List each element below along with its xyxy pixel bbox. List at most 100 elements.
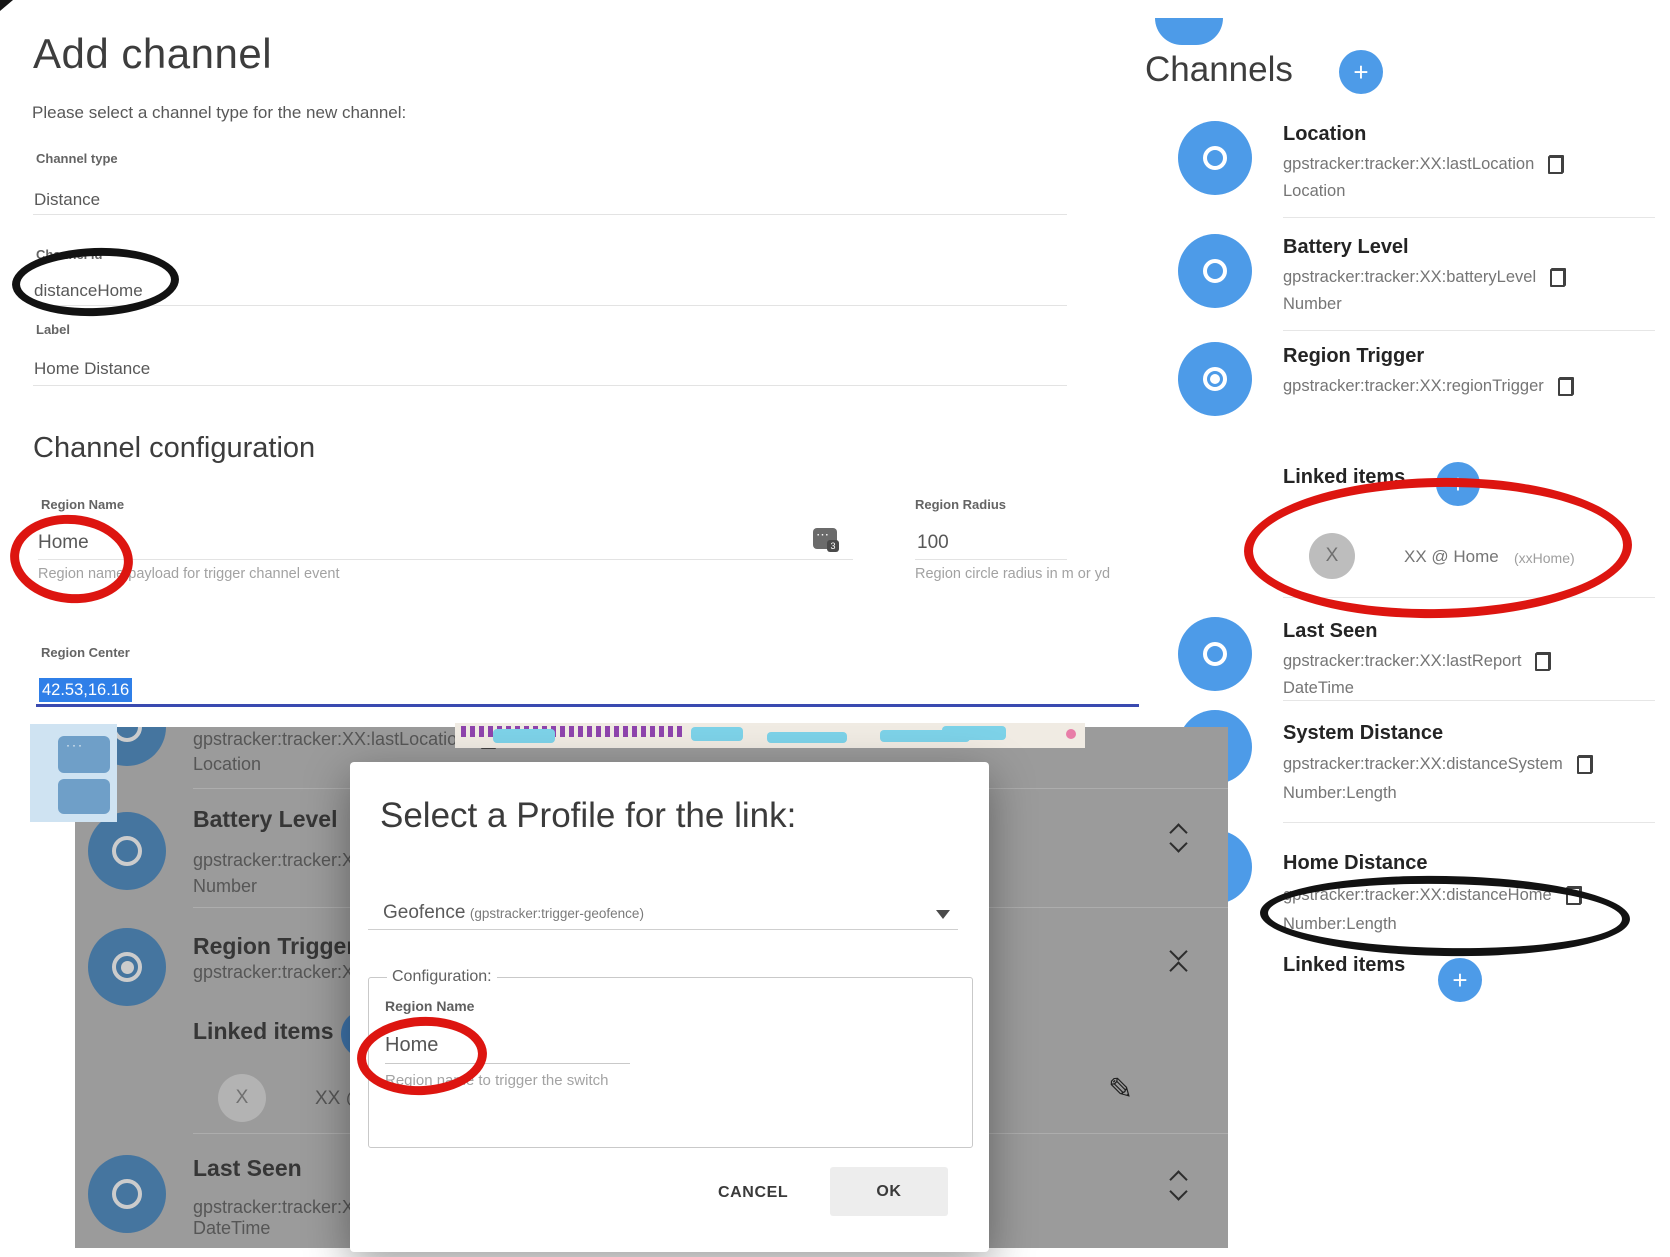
region-name-label: Region Name bbox=[41, 497, 124, 512]
dimmed-channel-type: Number bbox=[193, 876, 257, 897]
map-sliver-artifact bbox=[455, 723, 1085, 748]
expand-icon bbox=[1169, 961, 1187, 979]
channels-panel-title: Channels bbox=[1145, 50, 1293, 90]
dropdown-caret-icon[interactable] bbox=[936, 910, 950, 919]
dimmed-channel-icon-region-trigger bbox=[88, 928, 166, 1006]
badge-count: 3 bbox=[827, 540, 839, 552]
dimmed-linked-item-avatar: X bbox=[218, 1074, 266, 1122]
channel-configuration-title: Channel configuration bbox=[33, 432, 315, 465]
collapse-icon bbox=[1169, 942, 1187, 960]
page-title: Add channel bbox=[33, 30, 272, 78]
channel-id: gpstracker:tracker:XX:distanceSystem bbox=[1283, 755, 1563, 774]
map-blob bbox=[493, 729, 555, 743]
channel-icon-location bbox=[1178, 121, 1252, 195]
radio-ring-icon bbox=[1203, 642, 1227, 666]
region-radius-helper: Region circle radius in m or yd bbox=[915, 566, 1110, 582]
label-field-underline bbox=[33, 385, 1067, 386]
cancel-button[interactable]: CANCEL bbox=[712, 1183, 794, 1203]
channel-id: gpstracker:tracker:XX:lastLocation bbox=[1283, 155, 1534, 174]
plus-icon: + bbox=[1452, 965, 1467, 996]
channel-title: Battery Level bbox=[1283, 236, 1409, 259]
channel-title: Location bbox=[1283, 123, 1366, 146]
map-blob bbox=[942, 726, 1006, 740]
corner-artifact bbox=[0, 0, 13, 11]
extension-popup-artifact: ··· bbox=[30, 724, 117, 822]
dialog-region-name-label: Region Name bbox=[385, 998, 474, 1014]
reorder-down-icon bbox=[1169, 1182, 1187, 1200]
map-blob bbox=[691, 727, 743, 741]
dimmed-channel-title: Region Trigger bbox=[193, 933, 355, 960]
dimmed-channel-icon-last-seen bbox=[88, 1155, 166, 1233]
page-subtitle: Please select a channel type for the new… bbox=[32, 103, 406, 123]
channel-type: Number bbox=[1283, 295, 1342, 314]
channel-type: DateTime bbox=[1283, 679, 1354, 698]
radio-selected-icon bbox=[112, 952, 142, 982]
profile-dialog: Select a Profile for the link: Geofence … bbox=[350, 762, 989, 1252]
channel-icon-region-trigger bbox=[1178, 342, 1252, 416]
copy-icon[interactable] bbox=[1550, 268, 1566, 287]
channel-id: gpstracker:tracker:XX:regionTrigger bbox=[1283, 377, 1544, 396]
region-radius-input[interactable]: 100 bbox=[917, 532, 949, 554]
annotation-ellipse-linked-item bbox=[1243, 475, 1633, 622]
row-divider bbox=[1283, 822, 1655, 823]
region-center-focus-underline bbox=[36, 704, 1139, 707]
copy-icon[interactable] bbox=[1535, 652, 1551, 671]
linked-items-label: Linked items bbox=[1283, 954, 1405, 977]
label-field-label: Label bbox=[36, 322, 70, 337]
radio-dot bbox=[1210, 374, 1220, 384]
profile-select-underline bbox=[368, 929, 958, 930]
profile-select-hint: (gpstracker:trigger-geofence) bbox=[470, 906, 644, 921]
page: Add channel Please select a channel type… bbox=[0, 0, 1670, 1257]
radio-ring-icon bbox=[112, 1179, 142, 1209]
partial-circle-artifact bbox=[1155, 18, 1223, 45]
region-name-underline bbox=[38, 559, 853, 560]
channel-id: gpstracker:tracker:XX:lastReport bbox=[1283, 652, 1521, 671]
copy-icon[interactable] bbox=[1558, 377, 1574, 396]
dimmed-channel-title: Battery Level bbox=[193, 806, 337, 833]
channel-title: Last Seen bbox=[1283, 620, 1377, 643]
dimmed-linked-items-label: Linked items bbox=[193, 1018, 334, 1045]
configuration-legend: Configuration: bbox=[387, 968, 497, 986]
edit-icon: ✎ bbox=[1108, 1075, 1133, 1105]
row-divider bbox=[1283, 700, 1655, 701]
region-radius-label: Region Radius bbox=[915, 497, 1006, 512]
channel-icon-battery bbox=[1178, 234, 1252, 308]
dimmed-channel-id: gpstracker:tracker:X bbox=[193, 1197, 354, 1218]
channel-icon-last-seen bbox=[1178, 617, 1252, 691]
channel-type: Number:Length bbox=[1283, 784, 1397, 803]
channel-type-label: Channel type bbox=[36, 151, 118, 166]
channel-title: Home Distance bbox=[1283, 852, 1428, 875]
dimmed-channel-icon-battery bbox=[88, 812, 166, 890]
thumbnail-dots: ··· bbox=[66, 738, 84, 752]
add-linked-item-button[interactable]: + bbox=[1438, 958, 1482, 1002]
region-radius-underline bbox=[915, 559, 1067, 560]
dialog-title: Select a Profile for the link: bbox=[380, 796, 796, 836]
dimmed-channel-type: DateTime bbox=[193, 1218, 270, 1239]
form-filler-extension-icon[interactable]: ⋯ 3 bbox=[813, 528, 837, 549]
dimmed-channel-title: Last Seen bbox=[193, 1155, 302, 1182]
reorder-down-icon bbox=[1169, 834, 1187, 852]
radio-ring-icon bbox=[112, 836, 142, 866]
radio-dot bbox=[121, 961, 134, 974]
radio-selected-icon bbox=[1203, 367, 1227, 391]
copy-icon[interactable] bbox=[1548, 155, 1564, 174]
add-channel-button[interactable]: + bbox=[1339, 50, 1383, 94]
ok-button[interactable]: OK bbox=[830, 1167, 948, 1216]
row-divider bbox=[1283, 217, 1655, 218]
radio-ring-icon bbox=[1203, 259, 1227, 283]
label-field-input[interactable]: Home Distance bbox=[34, 359, 150, 379]
thumbnail-key bbox=[58, 779, 110, 814]
dimmed-channel-id: gpstracker:tracker:XX:lastLocation bbox=[193, 729, 467, 750]
region-center-input[interactable]: 42.53,16.16 bbox=[39, 678, 132, 702]
row-divider bbox=[1283, 330, 1655, 331]
radio-ring-icon bbox=[1203, 146, 1227, 170]
copy-icon[interactable] bbox=[1577, 755, 1593, 774]
channel-type-value[interactable]: Distance bbox=[34, 190, 100, 210]
map-dot bbox=[1066, 729, 1076, 739]
dimmed-channel-id: gpstracker:tracker:X bbox=[193, 850, 354, 871]
channel-type: Location bbox=[1283, 182, 1345, 201]
region-center-label: Region Center bbox=[41, 645, 130, 660]
profile-select[interactable]: Geofence (gpstracker:trigger-geofence) bbox=[383, 902, 644, 924]
channel-title: System Distance bbox=[1283, 722, 1443, 745]
map-blob bbox=[767, 732, 847, 743]
